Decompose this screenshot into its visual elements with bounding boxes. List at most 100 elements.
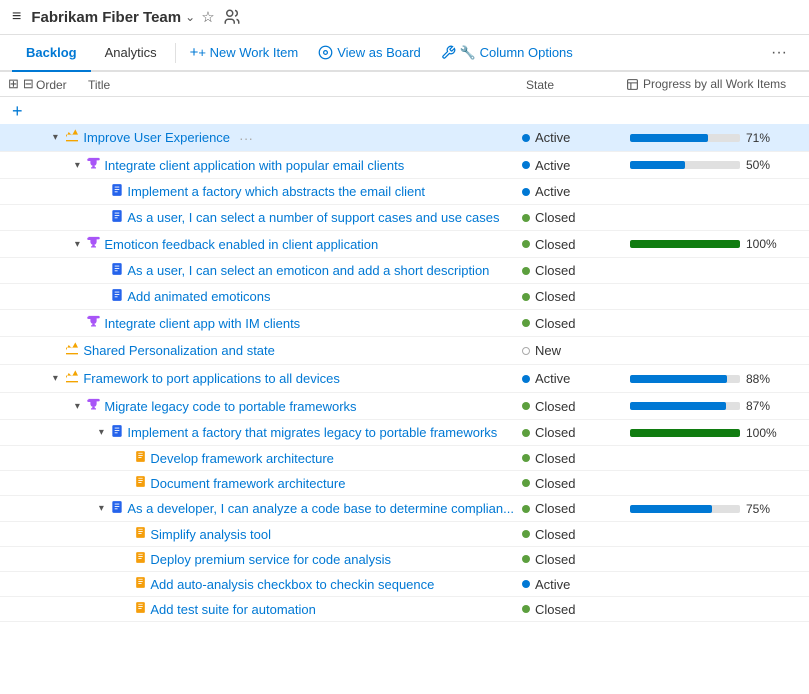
collapse-button[interactable]: ▾ bbox=[95, 427, 107, 438]
item-title-link[interactable]: Document framework architecture bbox=[150, 476, 345, 491]
collapse-button[interactable]: ▾ bbox=[71, 160, 83, 171]
item-title-link[interactable]: Migrate legacy code to portable framewor… bbox=[104, 399, 356, 414]
item-title-link[interactable]: Simplify analysis tool bbox=[150, 527, 271, 542]
progress-cell: 75% bbox=[630, 502, 805, 516]
title-cell: Implement a factory which abstracts the … bbox=[37, 179, 518, 205]
nav-more-button[interactable]: ··· bbox=[761, 36, 797, 70]
item-title-link[interactable]: Develop framework architecture bbox=[150, 451, 334, 466]
menu-icon[interactable]: ≡ bbox=[12, 8, 21, 26]
state-cell: Closed bbox=[518, 547, 626, 572]
state-dot bbox=[522, 375, 530, 383]
state-dot bbox=[522, 429, 530, 437]
progress-cell: 50% bbox=[630, 158, 805, 172]
item-title-link[interactable]: Shared Personalization and state bbox=[83, 343, 275, 358]
people-icon[interactable] bbox=[223, 8, 241, 26]
state-label: Closed bbox=[535, 210, 575, 225]
item-title-link[interactable]: As a user, I can select a number of supp… bbox=[127, 210, 499, 225]
team-chevron-icon[interactable]: ⌄ bbox=[185, 10, 195, 24]
state-label: Active bbox=[535, 130, 570, 145]
title-cell: ▾ Improve User Experience ··· bbox=[37, 124, 518, 152]
table-row: ▾ As a developer, I can analyze a code b… bbox=[0, 496, 809, 522]
row-more-button[interactable]: ··· bbox=[239, 130, 253, 146]
expand-cell bbox=[0, 124, 18, 152]
minus-col-icon[interactable]: ⊟ bbox=[23, 76, 34, 92]
app-header: ≡ Fabrikam Fiber Team ⌄ ☆ bbox=[0, 0, 809, 35]
progress-cell-td: 87% bbox=[626, 393, 809, 420]
order-cell bbox=[18, 471, 38, 496]
item-title-link[interactable]: Integrate client app with IM clients bbox=[104, 316, 300, 331]
state-label: Closed bbox=[535, 289, 575, 304]
item-title-link[interactable]: As a user, I can select an emoticon and … bbox=[127, 263, 489, 278]
collapse-button[interactable]: ▾ bbox=[95, 503, 107, 514]
order-cell bbox=[18, 179, 38, 205]
state-cell: Closed bbox=[518, 310, 626, 337]
item-title-link[interactable]: As a developer, I can analyze a code bas… bbox=[127, 501, 514, 516]
progress-bar-fill bbox=[630, 375, 727, 383]
add-col-icon[interactable]: ⊞ bbox=[8, 76, 19, 92]
state-dot bbox=[522, 214, 530, 222]
item-title-link[interactable]: Deploy premium service for code analysis bbox=[150, 552, 391, 567]
item-title-link[interactable]: Integrate client application with popula… bbox=[104, 158, 404, 173]
backlog-table: ▾ Improve User Experience ··· Active 71% bbox=[0, 124, 809, 622]
item-title-link[interactable]: Improve User Experience bbox=[83, 130, 230, 145]
tab-analytics[interactable]: Analytics bbox=[91, 35, 171, 72]
table-row: ▾ Framework to port applications to all … bbox=[0, 365, 809, 393]
title-cell: Simplify analysis tool bbox=[37, 522, 518, 547]
item-icon bbox=[64, 128, 80, 147]
item-icon bbox=[110, 500, 124, 517]
progress-cell-td bbox=[626, 446, 809, 471]
item-title-link[interactable]: Implement a factory that migrates legacy… bbox=[127, 425, 497, 440]
state-cell: Active bbox=[518, 365, 626, 393]
progress-cell: 100% bbox=[630, 237, 805, 251]
title-cell: Document framework architecture bbox=[37, 471, 518, 496]
item-title-link[interactable]: Add test suite for automation bbox=[150, 602, 315, 617]
order-cell bbox=[18, 496, 38, 522]
state-cell: Closed bbox=[518, 471, 626, 496]
state-label: Closed bbox=[535, 237, 575, 252]
view-as-board-button[interactable]: View as Board bbox=[308, 37, 431, 68]
progress-header: Progress by all Work Items bbox=[643, 77, 786, 91]
item-title-link[interactable]: Add animated emoticons bbox=[127, 289, 270, 304]
item-title-link[interactable]: Emoticon feedback enabled in client appl… bbox=[104, 237, 378, 252]
title-cell: ▾ Integrate client application with popu… bbox=[37, 152, 518, 179]
table-row: Add test suite for automation Closed bbox=[0, 597, 809, 622]
progress-bar-fill bbox=[630, 429, 740, 437]
tab-backlog[interactable]: Backlog bbox=[12, 35, 91, 72]
progress-bar-fill bbox=[630, 505, 713, 513]
state-label: Closed bbox=[535, 552, 575, 567]
new-work-item-button[interactable]: + + New Work Item bbox=[180, 36, 309, 69]
add-row-button[interactable]: + bbox=[8, 101, 27, 122]
item-title-link[interactable]: Implement a factory which abstracts the … bbox=[127, 184, 425, 199]
expand-cell bbox=[0, 420, 18, 446]
state-cell: Closed bbox=[518, 597, 626, 622]
state-dot bbox=[522, 580, 530, 588]
item-icon bbox=[86, 397, 101, 415]
collapse-button[interactable]: ▾ bbox=[49, 132, 61, 143]
title-cell: ▾ As a developer, I can analyze a code b… bbox=[37, 496, 518, 522]
item-icon bbox=[86, 156, 101, 174]
item-title-link[interactable]: Add auto-analysis checkbox to checkin se… bbox=[150, 577, 434, 592]
state-dot bbox=[522, 555, 530, 563]
order-cell bbox=[18, 205, 38, 231]
table-row: ▾ Improve User Experience ··· Active 71% bbox=[0, 124, 809, 152]
title-cell: As a user, I can select an emoticon and … bbox=[37, 258, 518, 284]
order-cell bbox=[18, 124, 38, 152]
item-title-link[interactable]: Framework to port applications to all de… bbox=[83, 371, 340, 386]
collapse-button[interactable]: ▾ bbox=[71, 239, 83, 250]
state-cell: Closed bbox=[518, 258, 626, 284]
item-icon bbox=[134, 601, 147, 617]
collapse-button[interactable]: ▾ bbox=[49, 373, 61, 384]
progress-bar-wrap bbox=[630, 240, 740, 248]
column-options-button[interactable]: 🔧 Column Options bbox=[431, 37, 583, 69]
title-cell: ▾ Migrate legacy code to portable framew… bbox=[37, 393, 518, 420]
progress-cell-td: 75% bbox=[626, 496, 809, 522]
progress-bar-wrap bbox=[630, 134, 740, 142]
state-cell: Closed bbox=[518, 284, 626, 310]
favorite-icon[interactable]: ☆ bbox=[201, 8, 214, 26]
collapse-button[interactable]: ▾ bbox=[71, 401, 83, 412]
order-cell bbox=[18, 284, 38, 310]
table-row: Shared Personalization and state New bbox=[0, 337, 809, 365]
progress-bar-wrap bbox=[630, 161, 740, 169]
title-cell: Integrate client app with IM clients bbox=[37, 310, 518, 337]
order-cell bbox=[18, 258, 38, 284]
